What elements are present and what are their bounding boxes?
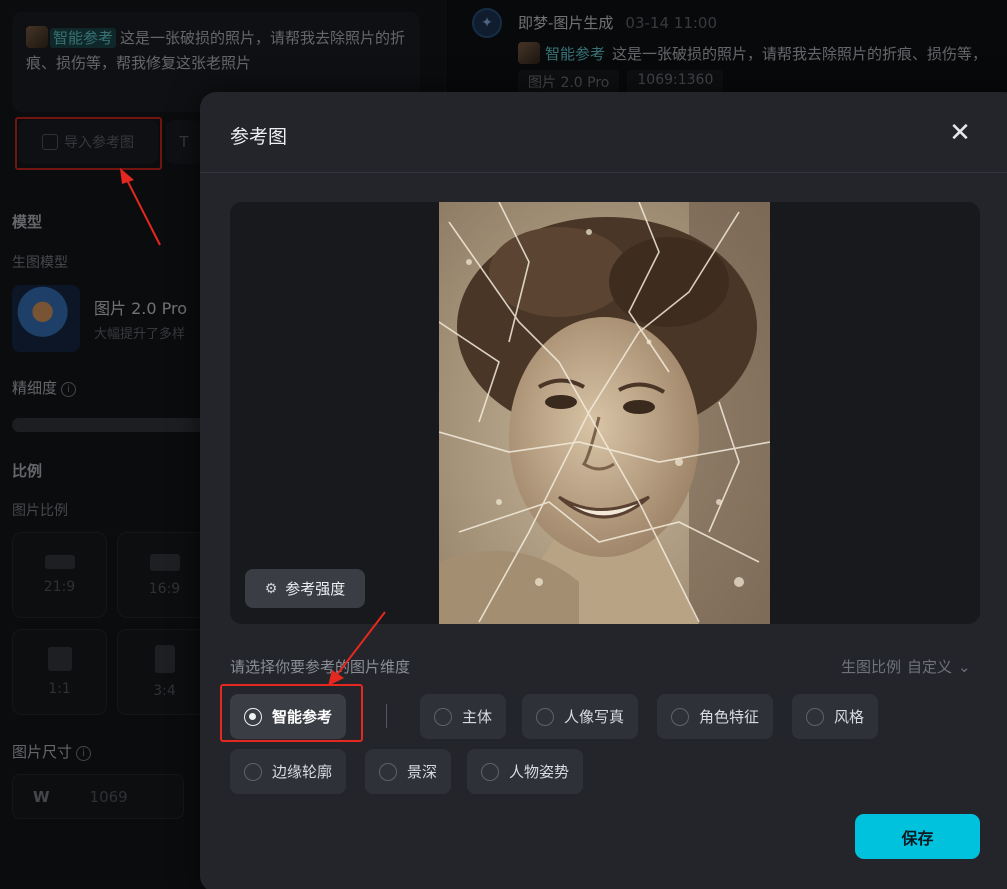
radio-icon — [481, 762, 499, 781]
option-style[interactable]: 风格 — [792, 694, 879, 739]
info-icon[interactable]: i — [76, 746, 92, 761]
option-label: 主体 — [462, 708, 493, 726]
precision-slider[interactable] — [12, 418, 212, 432]
option-label: 角色特征 — [699, 708, 760, 726]
text-icon: T — [179, 133, 189, 151]
reference-preview: ⚙ 参考强度 — [230, 202, 980, 624]
reference-strength-label: 参考强度 — [285, 580, 346, 598]
option-portrait[interactable]: 人像写真 — [522, 694, 639, 739]
chat-meta: 图片 2.0 Pro 1069:1360 — [518, 70, 724, 94]
precision-label-text: 精细度 — [12, 379, 58, 397]
bot-avatar-icon: ✦ — [472, 8, 502, 38]
ratio-option-21-9[interactable]: 21:9 — [12, 532, 107, 618]
message-time: 03-14 11:00 — [625, 14, 718, 32]
option-subject[interactable]: 主体 — [420, 694, 507, 739]
model-chip: 图片 2.0 Pro — [518, 70, 620, 94]
option-label: 人像写真 — [564, 708, 625, 726]
close-icon[interactable]: ✕ — [948, 120, 972, 146]
text-format-button[interactable]: T — [166, 120, 202, 164]
ratio-label: 3:4 — [153, 683, 176, 699]
modal-divider — [200, 172, 1007, 173]
gen-model-label: 生图模型 — [12, 255, 68, 271]
ratio-label: 16:9 — [148, 580, 181, 597]
radio-icon — [244, 762, 262, 781]
ratio-shape — [149, 553, 180, 571]
ratio-label: 21:9 — [43, 579, 76, 595]
ratio-option-3-4[interactable]: 3:4 — [117, 629, 212, 715]
dimension-prompt: 请选择你要参考的图片维度 — [230, 658, 411, 676]
radio-icon — [536, 707, 554, 726]
sliders-icon: ⚙ — [264, 580, 278, 597]
chat-prompt-text: 这是一张破损的照片，请帮我去除照片的折痕、损伤等， — [612, 45, 988, 63]
ratio-option-16-9[interactable]: 16:9 — [117, 532, 212, 618]
model-name: 图片 2.0 Pro — [94, 299, 188, 318]
image-size-label: 图片尺寸 i — [12, 741, 92, 762]
ratio-section-title: 比例 — [12, 462, 43, 480]
radio-icon — [434, 707, 452, 726]
reference-photo — [439, 202, 770, 624]
width-label: W — [33, 787, 50, 806]
modal-title: 参考图 — [230, 126, 288, 148]
ratio-select-value: 自定义 — [907, 658, 953, 676]
reference-image-modal: 参考图 ✕ ⚙ 参考强度 请选择你要参考的图片维度 生图比例 自定义 ⌄ 智能参… — [200, 92, 1007, 889]
size-chip: 1069:1360 — [627, 70, 724, 94]
info-icon[interactable]: i — [61, 382, 77, 397]
option-edge-contour[interactable]: 边缘轮廓 — [230, 749, 347, 794]
ratio-shape — [154, 645, 175, 673]
model-selector[interactable]: 图片 2.0 Pro 大幅提升了多样 — [12, 285, 212, 352]
reference-strength-button[interactable]: ⚙ 参考强度 — [245, 569, 365, 608]
import-button-highlight — [15, 117, 162, 170]
chat-message-header: 即梦-图片生成 03-14 11:00 — [518, 12, 717, 33]
image-size-label-text: 图片尺寸 — [12, 743, 73, 761]
chat-prompt: 智能参考 这是一张破损的照片，请帮我去除照片的折痕、损伤等， — [518, 42, 1007, 64]
ratio-shape — [47, 647, 72, 671]
reference-thumbnail — [518, 42, 540, 64]
smart-reference-tag: 智能参考 — [545, 45, 606, 63]
radio-icon — [806, 707, 824, 726]
model-description: 大幅提升了多样 — [94, 327, 186, 342]
damaged-portrait-image — [439, 202, 770, 624]
option-character-features[interactable]: 角色特征 — [657, 694, 774, 739]
width-value: 1069 — [89, 787, 128, 806]
app-root: 智能参考 这是一张破损的照片，请帮我去除照片的折痕、损伤等，帮我修复这张老照片 导… — [0, 0, 1007, 889]
option-label: 边缘轮廓 — [272, 763, 333, 781]
option-label: 风格 — [834, 708, 865, 726]
ratio-select-label: 生图比例 — [841, 658, 902, 676]
save-button[interactable]: 保存 — [855, 814, 980, 859]
ratio-label: 1:1 — [48, 681, 71, 697]
ratio-option-1-1[interactable]: 1:1 — [12, 629, 107, 715]
bot-name: 即梦-图片生成 — [518, 14, 614, 32]
model-thumbnail — [12, 285, 80, 352]
option-pose[interactable]: 人物姿势 — [467, 749, 584, 794]
radio-icon — [671, 707, 689, 726]
reference-thumbnail — [26, 26, 48, 48]
model-section-title: 模型 — [12, 213, 43, 231]
option-label: 景深 — [407, 763, 438, 781]
width-input[interactable]: W 1069 — [12, 774, 184, 819]
option-divider — [386, 704, 387, 728]
chevron-down-icon: ⌄ — [958, 657, 971, 676]
smart-reference-highlight — [220, 684, 363, 742]
image-ratio-label: 图片比例 — [12, 503, 68, 519]
precision-label: 精细度 i — [12, 377, 77, 398]
radio-icon — [379, 762, 397, 781]
smart-reference-tag: 智能参考 — [50, 28, 117, 48]
option-label: 人物姿势 — [509, 763, 570, 781]
ratio-shape — [44, 555, 75, 569]
ratio-select[interactable]: 生图比例 自定义 ⌄ — [841, 656, 971, 677]
option-depth[interactable]: 景深 — [365, 749, 452, 794]
